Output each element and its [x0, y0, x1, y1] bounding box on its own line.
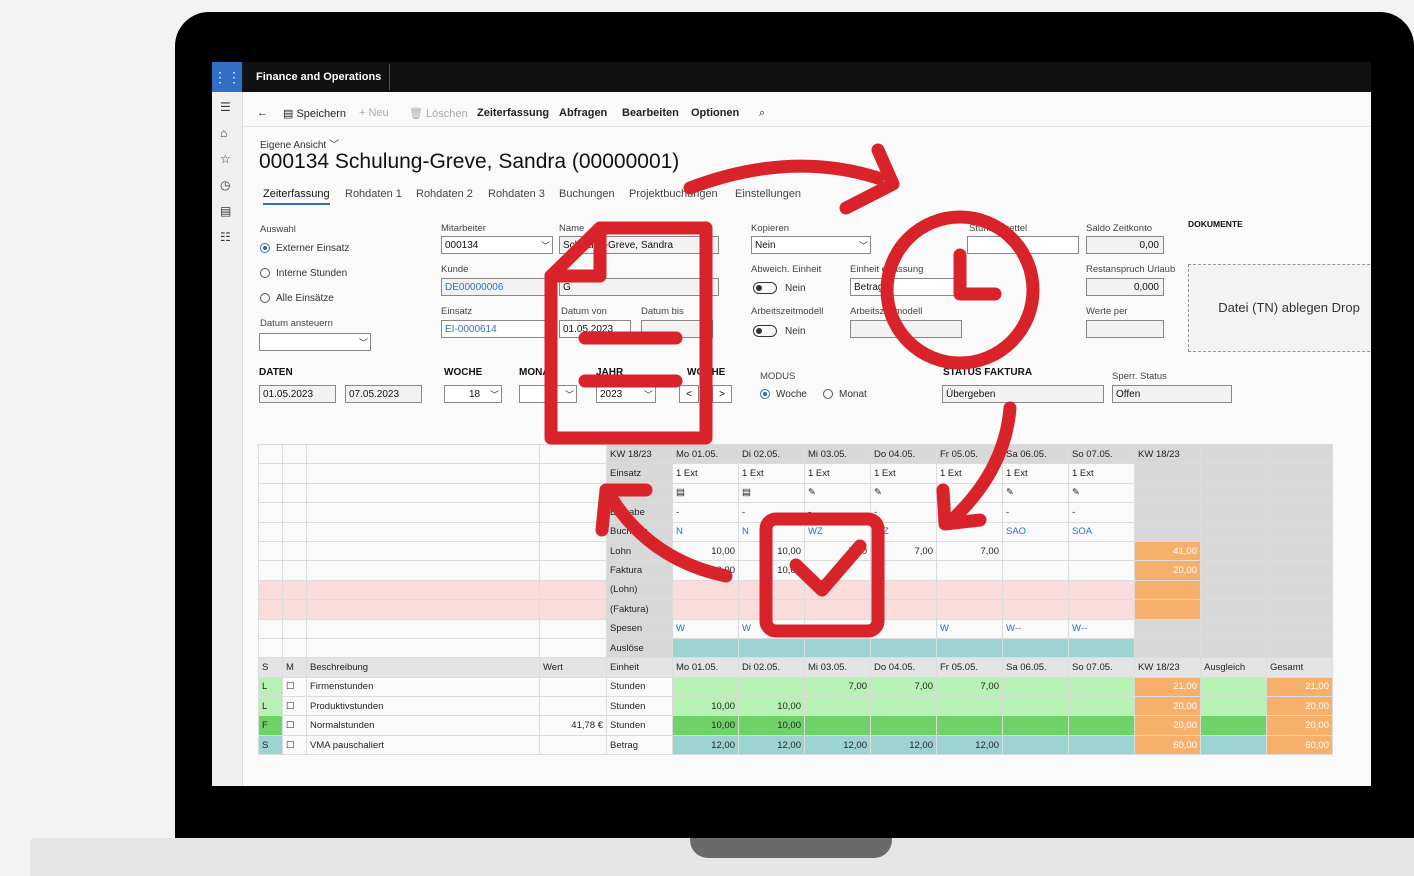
clock-icon	[880, 210, 1040, 370]
checkbox-icon	[759, 512, 885, 638]
workflow-overlay	[544, 143, 1040, 638]
document-icon	[544, 221, 713, 445]
